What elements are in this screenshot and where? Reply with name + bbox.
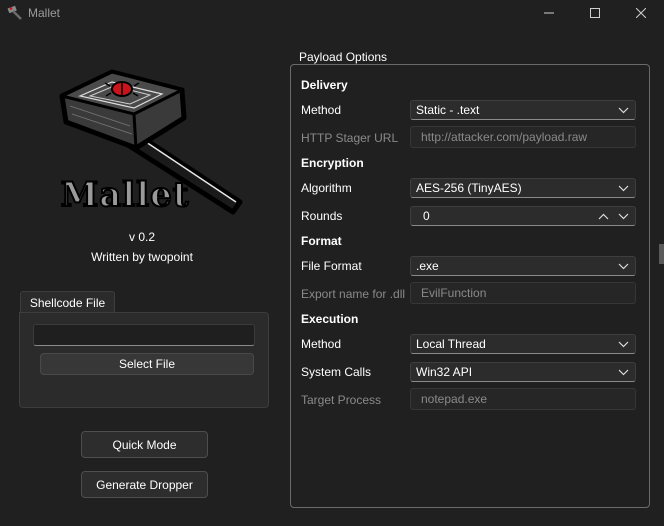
chevron-down-icon [618, 107, 629, 114]
window-title: Mallet [28, 6, 61, 20]
maximize-icon [590, 8, 600, 18]
file-format-value: .exe [416, 259, 439, 273]
encryption-heading: Encryption [301, 156, 364, 170]
window-resize-edge[interactable] [659, 244, 664, 264]
format-heading: Format [301, 234, 342, 248]
rounds-label: Rounds [301, 209, 343, 223]
execution-method-select[interactable]: Local Thread [410, 334, 636, 354]
system-calls-select[interactable]: Win32 API [410, 362, 636, 382]
minimize-button[interactable] [526, 0, 572, 26]
export-name-input[interactable]: EvilFunction [410, 282, 636, 304]
target-process-label: Target Process [301, 393, 382, 407]
shellcode-path-field[interactable] [33, 324, 255, 346]
file-format-label: File Format [301, 259, 362, 273]
select-file-button[interactable]: Select File [40, 353, 254, 375]
mallet-hammer-logo: Mallet [59, 69, 243, 216]
target-process-input[interactable]: notepad.exe [410, 388, 636, 410]
delivery-method-select[interactable]: Static - .text [410, 100, 636, 120]
chevron-down-icon [618, 263, 629, 270]
shellcode-panel: Select File [19, 312, 269, 408]
title-bar: Mallet [0, 0, 664, 26]
algorithm-select[interactable]: AES-256 (TinyAES) [410, 178, 636, 198]
execution-method-value: Local Thread [416, 337, 486, 351]
chevron-down-icon [618, 341, 629, 348]
close-button[interactable] [618, 0, 664, 26]
version-label: v 0.2 [128, 230, 155, 244]
rounds-value: 0 [423, 209, 430, 223]
tab-shellcode-file[interactable]: Shellcode File [20, 291, 115, 313]
author-label: Written by twopoint [91, 250, 193, 264]
hammer-icon [7, 5, 22, 20]
minimize-icon [544, 12, 554, 14]
chevron-down-icon[interactable] [618, 211, 629, 222]
stager-url-label: HTTP Stager URL [301, 131, 399, 145]
rounds-spinbox[interactable]: 0 [410, 206, 636, 226]
execution-heading: Execution [301, 312, 359, 326]
logo-wordmark: Mallet [61, 175, 190, 215]
algorithm-value: AES-256 (TinyAES) [416, 181, 522, 195]
close-icon [636, 8, 646, 18]
execution-method-label: Method [301, 337, 342, 351]
chevron-down-icon [618, 185, 629, 192]
chevron-down-icon [618, 369, 629, 376]
delivery-method-value: Static - .text [416, 103, 480, 117]
file-format-select[interactable]: .exe [410, 256, 636, 276]
generate-dropper-button[interactable]: Generate Dropper [81, 471, 208, 498]
export-name-label: Export name for .dll [301, 287, 406, 301]
system-calls-label: System Calls [301, 365, 372, 379]
stager-url-input[interactable]: http://attacker.com/payload.raw [410, 126, 636, 148]
system-calls-value: Win32 API [416, 365, 473, 379]
quick-mode-button[interactable]: Quick Mode [81, 431, 208, 458]
chevron-up-icon[interactable] [598, 211, 609, 222]
maximize-button[interactable] [572, 0, 618, 26]
algorithm-label: Algorithm [301, 181, 352, 195]
payload-options-title: Payload Options [297, 50, 390, 64]
delivery-method-label: Method [301, 103, 342, 117]
delivery-heading: Delivery [301, 78, 348, 92]
